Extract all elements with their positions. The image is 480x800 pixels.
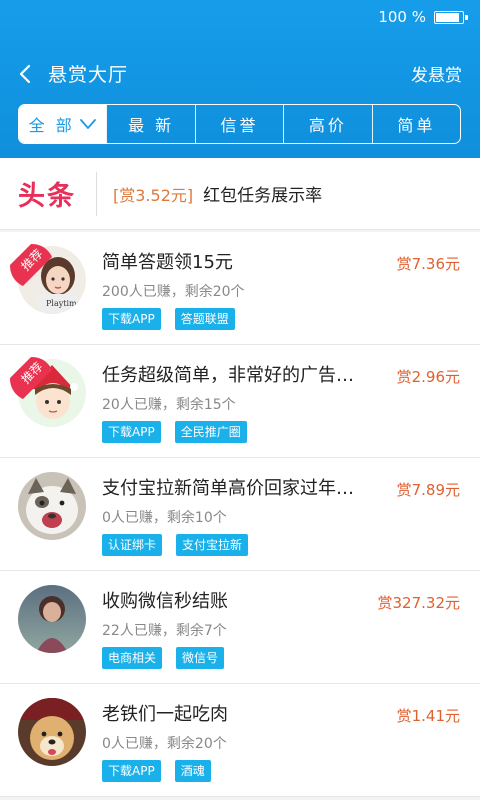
recommend-badge: 推荐 — [10, 244, 54, 288]
item-progress-text: 0人已赚，剩余10个 — [102, 510, 227, 526]
status-bar: 100 % — [378, 6, 468, 28]
tag: 支付宝拉新 — [176, 534, 249, 556]
headline-text: 红包任务展示率 — [203, 186, 323, 206]
tag: 酒魂 — [174, 760, 211, 782]
list-item[interactable]: 收购微信秒结账 赏327.32元 22人已赚，剩余7个 电商相关 微信号 — [0, 571, 480, 684]
list-item[interactable]: 推荐 任务超级简单，非常好的广告… 赏2.96元 20人已赚，剩余15个 下载A… — [0, 345, 480, 458]
item-tags: 电商相关 微信号 — [102, 647, 225, 669]
item-title: 收购微信秒结账 — [102, 591, 228, 612]
page-title: 悬赏大厅 — [48, 64, 129, 86]
tab-label: 信誉 — [220, 116, 259, 135]
item-tags: 下载APP 全民推广圈 — [102, 421, 247, 443]
item-tags: 认证绑卡 支付宝拉新 — [102, 534, 249, 556]
tag: 微信号 — [176, 647, 225, 669]
tag: 下载APP — [102, 760, 161, 782]
item-progress-text: 200人已赚，剩余20个 — [102, 284, 245, 300]
avatar — [18, 585, 86, 653]
headline-reward: [赏3.52元] — [113, 185, 194, 205]
item-reward: 赏2.96元 — [396, 368, 460, 386]
list-item[interactable]: 支付宝拉新简单高价回家过年… 赏7.89元 0人已赚，剩余10个 认证绑卡 支付… — [0, 458, 480, 571]
nav-bar: 悬赏大厅 发悬赏 — [0, 52, 480, 96]
filter-tabs: 全 部 最 新 信誉 高价 简单 — [18, 104, 461, 144]
chevron-down-icon — [79, 119, 96, 129]
battery-icon — [434, 10, 468, 24]
app-header: 100 % 悬赏大厅 发悬赏 全 部 最 新 信誉 高价 简单 — [0, 0, 480, 158]
avatar — [18, 698, 86, 766]
tab-simple[interactable]: 简单 — [371, 105, 460, 143]
tab-label: 高价 — [308, 116, 347, 135]
tag: 电商相关 — [102, 647, 163, 669]
tab-reputation[interactable]: 信誉 — [194, 105, 283, 143]
item-reward: 赏7.89元 — [396, 481, 460, 499]
avatar — [18, 472, 86, 540]
item-title: 支付宝拉新简单高价回家过年… — [102, 478, 354, 499]
list-item[interactable]: 老铁们一起吃肉 赏1.41元 0人已赚，剩余20个 下载APP 酒魂 — [0, 684, 480, 797]
tag: 下载APP — [102, 421, 161, 443]
item-tags: 下载APP 酒魂 — [102, 760, 211, 782]
headline-banner[interactable]: 头条 [赏3.52元] 红包任务展示率 — [0, 158, 480, 230]
tag: 全民推广圈 — [174, 421, 247, 443]
divider — [96, 171, 97, 216]
svg-text:Playtime: Playtime — [46, 299, 82, 308]
tab-high-price[interactable]: 高价 — [283, 105, 371, 143]
tab-label: 简单 — [397, 116, 436, 135]
tab-label: 最 新 — [128, 116, 175, 135]
item-progress-text: 20人已赚，剩余15个 — [102, 397, 236, 413]
tag: 答题联盟 — [174, 308, 235, 330]
battery-percent: 100 % — [378, 8, 426, 26]
recommend-badge: 推荐 — [10, 357, 54, 401]
item-progress-text: 0人已赚，剩余20个 — [102, 736, 227, 752]
publish-bounty-button[interactable]: 发悬赏 — [411, 61, 462, 86]
item-reward: 赏327.32元 — [377, 594, 461, 612]
item-title: 老铁们一起吃肉 — [102, 704, 228, 725]
tag: 认证绑卡 — [102, 534, 163, 556]
item-tags: 下载APP 答题联盟 — [102, 308, 235, 330]
task-list: Playtime 推荐 简单答题领15元 赏7.36元 200人已赚，剩余20个… — [0, 232, 480, 797]
tab-newest[interactable]: 最 新 — [106, 105, 194, 143]
chevron-left-icon — [19, 64, 31, 84]
item-reward: 赏7.36元 — [396, 255, 460, 273]
item-title: 任务超级简单，非常好的广告… — [102, 365, 354, 386]
item-reward: 赏1.41元 — [396, 707, 460, 725]
tag: 下载APP — [102, 308, 161, 330]
list-item[interactable]: Playtime 推荐 简单答题领15元 赏7.36元 200人已赚，剩余20个… — [0, 232, 480, 345]
back-button[interactable] — [14, 60, 40, 88]
tab-all[interactable]: 全 部 — [19, 105, 107, 143]
headline-badge: 头条 — [18, 181, 76, 211]
item-title: 简单答题领15元 — [102, 252, 233, 273]
item-progress-text: 22人已赚，剩余7个 — [102, 623, 227, 639]
tab-label: 全 部 — [28, 116, 75, 135]
